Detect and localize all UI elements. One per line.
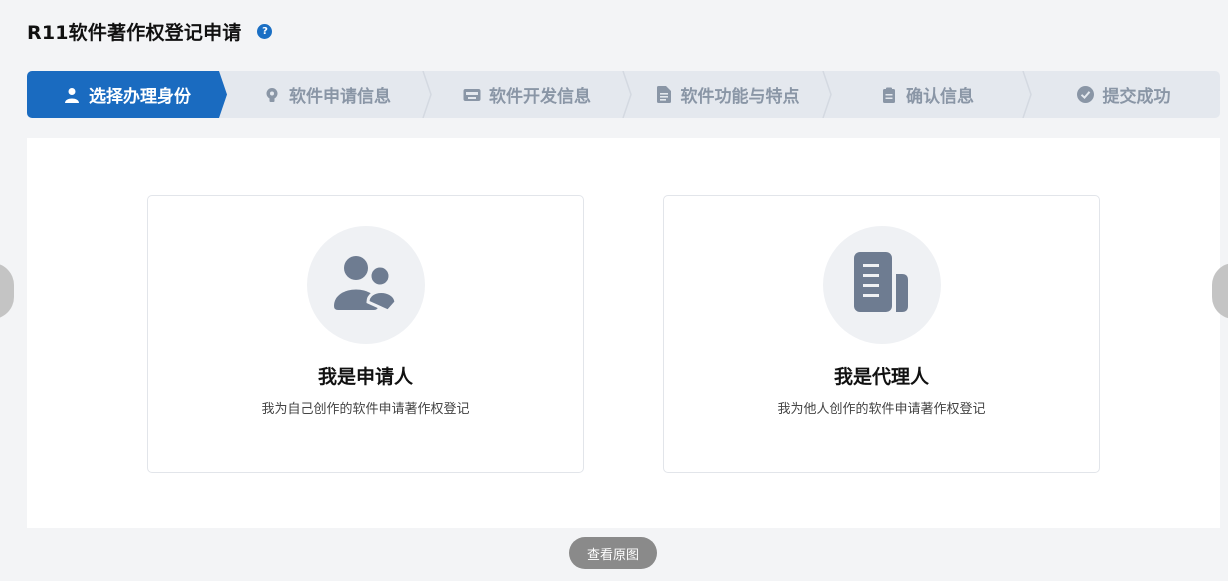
- clipboard-icon: [880, 86, 898, 104]
- step-progress-bar: 选择办理身份 软件申请信息 软件开发信息 软件功能与特点 确认信息 提交成功: [27, 71, 1220, 118]
- step-label: 软件开发信息: [489, 87, 591, 107]
- step-software-features[interactable]: 软件功能与特点: [627, 71, 827, 118]
- page-header: R11软件著作权登记申请 ?: [27, 18, 273, 44]
- step-label: 软件功能与特点: [680, 87, 800, 107]
- check-circle-icon: [1077, 86, 1095, 104]
- file-icon: [852, 252, 912, 318]
- step-label: 软件申请信息: [289, 87, 391, 107]
- card-description: 我为自己创作的软件申请著作权登记: [261, 402, 470, 417]
- agent-card[interactable]: 我是代理人 我为他人创作的软件申请著作权登记: [663, 195, 1100, 473]
- question-circle-icon[interactable]: ?: [257, 23, 273, 39]
- page-title: R11软件著作权登记申请: [27, 21, 242, 44]
- keyboard-icon: [463, 86, 481, 104]
- user-icon: [63, 86, 81, 104]
- step-label: 提交成功: [1102, 87, 1171, 107]
- applicant-card[interactable]: 我是申请人 我为自己创作的软件申请著作权登记: [147, 195, 584, 473]
- step-label: 选择办理身份: [89, 87, 191, 107]
- card-title: 我是申请人: [317, 366, 413, 388]
- users-icon: [333, 254, 398, 316]
- card-description: 我为他人创作的软件申请著作权登记: [777, 402, 986, 417]
- icon-circle: [822, 226, 941, 344]
- document-icon: [655, 86, 673, 104]
- step-select-identity[interactable]: 选择办理身份: [27, 71, 227, 118]
- icon-circle: [306, 226, 425, 344]
- step-software-development-info[interactable]: 软件开发信息: [427, 71, 627, 118]
- view-original-button[interactable]: 查看原图: [569, 537, 657, 569]
- identity-selection-panel: 我是申请人 我为自己创作的软件申请著作权登记 我是代理人 我为他人创作的软件申请…: [27, 138, 1220, 528]
- card-title: 我是代理人: [833, 366, 929, 388]
- step-confirm-info[interactable]: 确认信息: [827, 71, 1027, 118]
- prev-image-button[interactable]: [0, 263, 14, 319]
- step-submit-success[interactable]: 提交成功: [1027, 71, 1220, 118]
- lightbulb-icon: [263, 86, 281, 104]
- step-software-application-info[interactable]: 软件申请信息: [227, 71, 427, 118]
- step-label: 确认信息: [906, 87, 974, 107]
